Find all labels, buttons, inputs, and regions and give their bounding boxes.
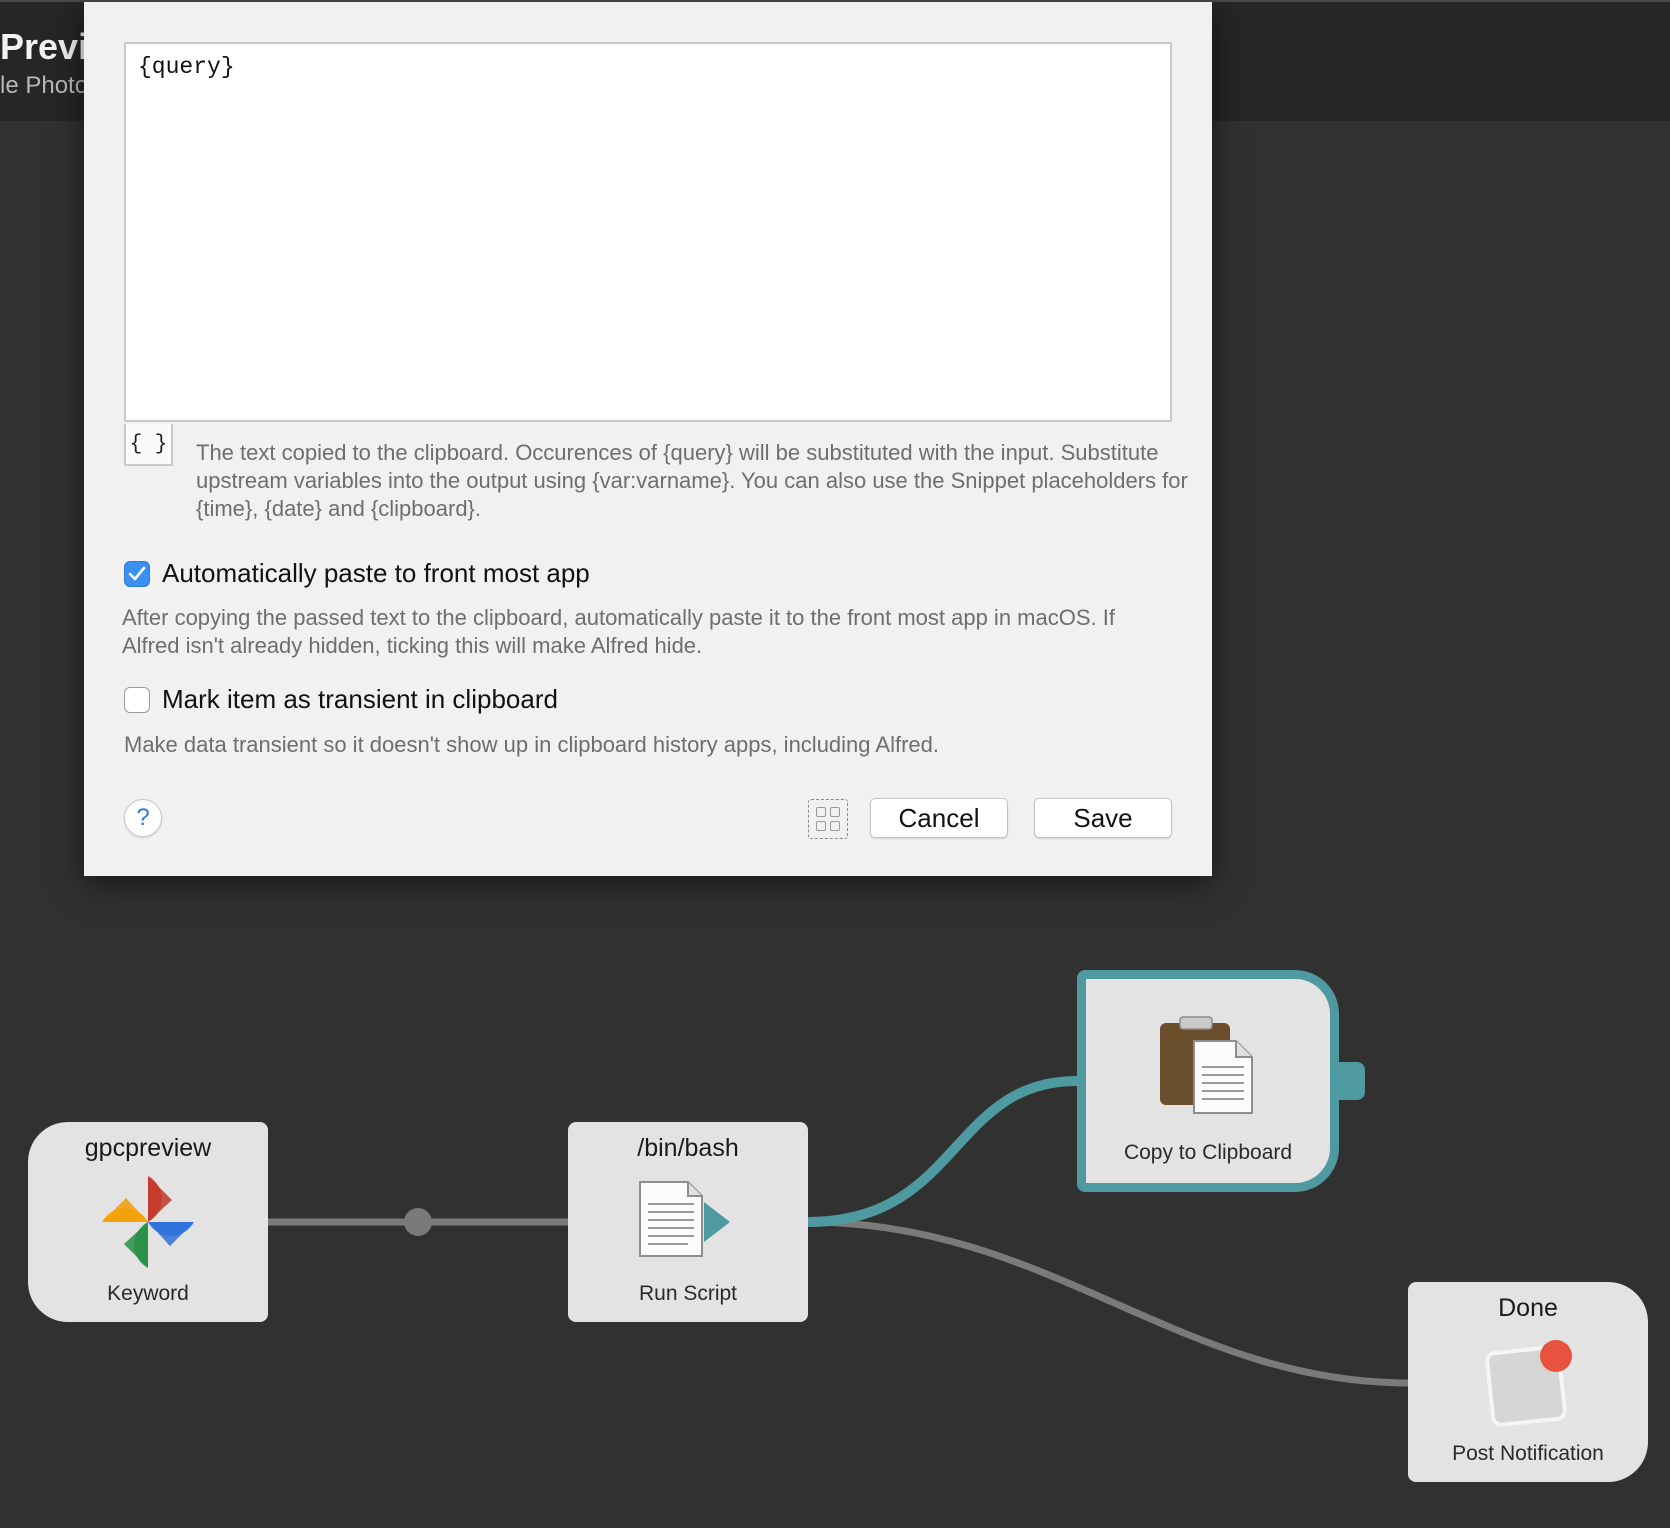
clipboard-text-input[interactable]: {query}	[124, 42, 1172, 422]
auto-paste-option[interactable]: Automatically paste to front most app	[124, 558, 590, 589]
keyword-node-label: Keyword	[107, 1282, 189, 1305]
transient-label: Mark item as transient in clipboard	[162, 684, 558, 714]
transient-checkbox[interactable]	[124, 686, 150, 713]
connection-script-clipboard	[807, 1076, 1078, 1227]
output-help-text: The text copied to the clipboard. Occure…	[196, 440, 1188, 521]
checkmark-icon	[128, 566, 146, 580]
keyword-node[interactable]: gpcpreview Keyword	[28, 1122, 268, 1322]
copy-to-clipboard-dialog: {query} { } The text copied to the clipb…	[84, 2, 1212, 876]
grid-cell	[830, 807, 840, 817]
copy-to-clipboard-node[interactable]: Copy to Clipboard	[1077, 970, 1339, 1192]
connection-dot	[404, 1208, 432, 1236]
clipboard-output-handle[interactable]	[1337, 1062, 1365, 1100]
help-button[interactable]: ?	[124, 799, 162, 837]
auto-paste-label: Automatically paste to front most app	[162, 558, 590, 588]
grid-cell	[816, 821, 826, 831]
grid-cell	[816, 807, 826, 817]
grid-cell	[830, 821, 840, 831]
save-button[interactable]: Save	[1034, 798, 1172, 838]
post-notification-node-label: Post Notification	[1452, 1442, 1604, 1465]
post-notification-node-title: Done	[1498, 1294, 1558, 1322]
run-script-node-label: Run Script	[638, 1282, 738, 1305]
connection-script-notify	[807, 1218, 1409, 1387]
cancel-button[interactable]: Cancel	[870, 798, 1008, 838]
run-script-node-title: /bin/bash	[637, 1134, 739, 1162]
transient-option[interactable]: Mark item as transient in clipboard	[124, 684, 558, 715]
copy-to-clipboard-node-label: Copy to Clipboard	[1123, 1141, 1293, 1164]
transient-help-text: Make data transient so it doesn't show u…	[124, 732, 939, 757]
run-script-node[interactable]: /bin/bash Run Script	[568, 1122, 808, 1322]
keyword-node-title: gpcpreview	[84, 1134, 212, 1162]
auto-paste-checkbox[interactable]	[124, 560, 150, 587]
post-notification-node[interactable]: Done Post Notification	[1408, 1282, 1648, 1482]
notification-icon	[1485, 1340, 1572, 1427]
auto-paste-help-text: After copying the passed text to the cli…	[122, 605, 1115, 658]
google-photos-pinwheel-icon	[102, 1176, 194, 1268]
script-document-icon	[639, 1181, 730, 1257]
clipboard-icon	[1160, 1016, 1253, 1114]
grid-layout-button[interactable]	[808, 799, 848, 839]
placeholder-insert-button[interactable]: { }	[124, 424, 173, 466]
